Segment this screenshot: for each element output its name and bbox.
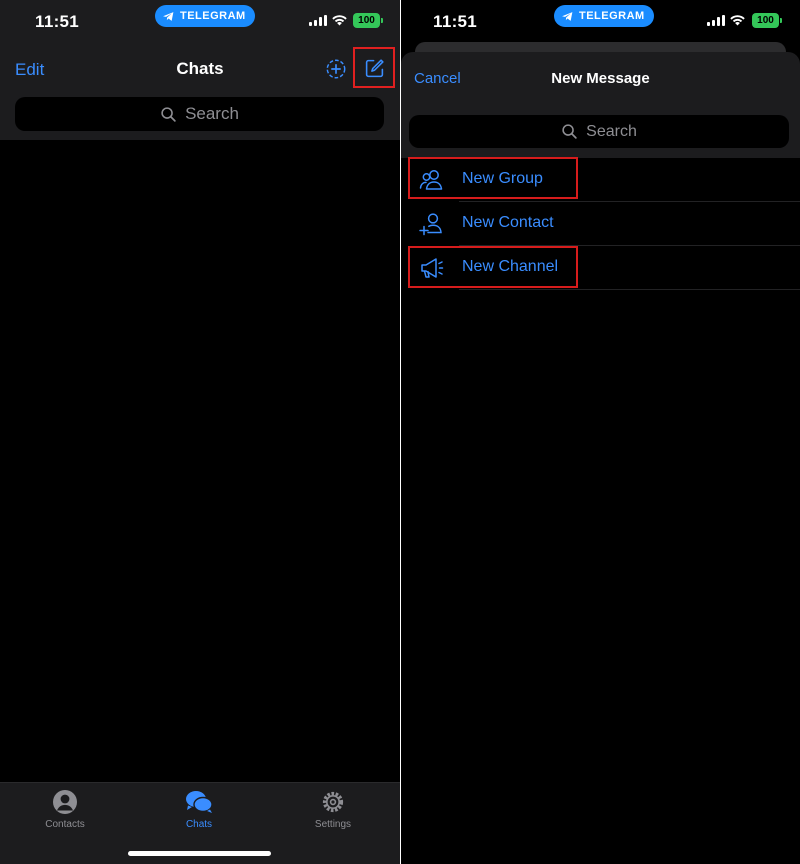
new-story-icon[interactable] bbox=[325, 58, 347, 80]
wifi-icon bbox=[730, 15, 745, 26]
search-bar[interactable]: Search bbox=[15, 97, 384, 131]
new-channel-label: New Channel bbox=[462, 258, 559, 275]
tab-contacts-label: Contacts bbox=[45, 819, 85, 830]
chat-bubbles-icon bbox=[186, 791, 213, 813]
status-time: 11:51 bbox=[35, 12, 80, 31]
tab-chats-label: Chats bbox=[185, 819, 213, 830]
tab-bar: Contacts Chats Settings bbox=[0, 782, 400, 864]
cellular-signal-icon bbox=[309, 15, 327, 26]
new-channel-item[interactable]: New Channel bbox=[401, 246, 800, 290]
sheet-header: Cancel New Message Search bbox=[401, 52, 800, 158]
telegram-pill-label: TELEGRAM bbox=[180, 10, 246, 22]
new-message-menu: New Group New Contact New Channel bbox=[401, 158, 800, 290]
search-placeholder: Search bbox=[185, 104, 239, 123]
gear-icon bbox=[322, 791, 344, 813]
new-message-screen: 11:51 TELEGRAM 100 Cancel New Message Se… bbox=[401, 0, 800, 864]
compose-icon bbox=[365, 59, 384, 78]
battery-icon: 100 bbox=[353, 13, 383, 28]
telegram-pill[interactable]: TELEGRAM bbox=[155, 5, 255, 27]
tab-settings[interactable]: Settings bbox=[283, 789, 383, 830]
search-icon bbox=[161, 106, 176, 122]
search-bar[interactable]: Search bbox=[409, 115, 789, 148]
sheet-title: New Message bbox=[551, 70, 650, 87]
tab-contacts[interactable]: Contacts bbox=[15, 789, 115, 830]
status-bar: 11:51 TELEGRAM 100 bbox=[0, 0, 400, 42]
telegram-plane-icon bbox=[163, 11, 174, 21]
new-contact-item[interactable]: New Contact bbox=[401, 202, 800, 246]
new-group-item[interactable]: New Group bbox=[401, 158, 800, 202]
wifi-icon bbox=[332, 15, 347, 26]
telegram-pill[interactable]: TELEGRAM bbox=[554, 5, 654, 27]
chats-screen: 11:51 TELEGRAM 100 Edit Chats Search Con… bbox=[0, 0, 400, 864]
telegram-plane-icon bbox=[562, 11, 573, 21]
chats-header: 11:51 TELEGRAM 100 Edit Chats Search bbox=[0, 0, 400, 140]
group-icon bbox=[419, 170, 443, 190]
battery-icon: 100 bbox=[752, 13, 782, 28]
add-contact-icon bbox=[419, 213, 442, 236]
new-group-label: New Group bbox=[462, 170, 543, 187]
person-circle-icon bbox=[53, 790, 77, 814]
separator bbox=[459, 289, 800, 290]
new-message-sheet: Cancel New Message Search New Group New … bbox=[401, 52, 800, 864]
tab-chats[interactable]: Chats bbox=[149, 789, 249, 830]
megaphone-icon bbox=[421, 258, 444, 278]
status-bar: 11:51 TELEGRAM 100 bbox=[401, 0, 800, 42]
home-indicator bbox=[128, 851, 271, 856]
telegram-pill-label: TELEGRAM bbox=[579, 10, 645, 22]
new-contact-label: New Contact bbox=[462, 214, 554, 231]
search-placeholder: Search bbox=[586, 122, 637, 140]
compose-button[interactable] bbox=[353, 47, 395, 88]
tab-settings-label: Settings bbox=[314, 819, 352, 830]
status-time: 11:51 bbox=[433, 12, 478, 31]
cellular-signal-icon bbox=[707, 15, 725, 26]
search-icon bbox=[562, 124, 577, 139]
